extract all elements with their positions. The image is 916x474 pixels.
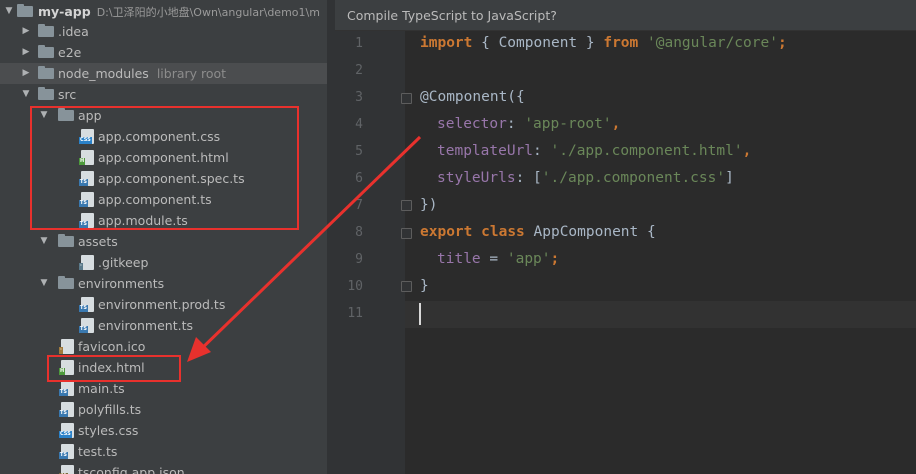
expand-arrow-icon[interactable]: ▼ [38, 231, 50, 252]
typescript-file-icon: TS [79, 297, 94, 312]
fold-marker-icon[interactable] [401, 228, 412, 239]
folder-icon [17, 4, 33, 17]
text-caret [419, 303, 421, 325]
tree-item-label: environment.prod.ts [98, 297, 226, 312]
typescript-file-icon: TS [59, 402, 74, 417]
root-folder-name: my-app [38, 4, 91, 19]
code-line-6: styleUrls: ['./app.component.css'] [437, 170, 734, 186]
line-number: 7 [355, 198, 363, 213]
text-file-icon: · [79, 255, 94, 270]
line-number: 6 [355, 171, 363, 186]
expand-arrow-icon[interactable]: ▼ [3, 1, 15, 22]
expand-arrow-icon[interactable]: ▼ [38, 273, 50, 294]
folder-icon [58, 276, 74, 289]
tree-item-label: node_modules [58, 66, 149, 81]
tree-item-src[interactable]: ▼ src [0, 84, 327, 105]
tree-item-label: environment.ts [98, 318, 193, 333]
line-number: 1 [355, 36, 363, 51]
line-number: 2 [355, 63, 363, 78]
current-line-highlight [405, 301, 916, 328]
folder-icon [38, 24, 54, 37]
tree-item-environment-ts[interactable]: TS environment.ts [0, 315, 327, 336]
root-folder-path: D:\卫泽阳的小地盘\Own\angular\demo1\m [96, 6, 320, 19]
code-line-10: } [420, 278, 429, 294]
code-line-9: title = 'app'; [437, 251, 560, 267]
code-line-7: }) [420, 197, 438, 213]
typescript-file-icon: TS [59, 444, 74, 459]
tree-item-label: .gitkeep [98, 255, 149, 270]
folder-icon [38, 66, 54, 79]
fold-marker-icon[interactable] [401, 200, 412, 211]
code-line-3: @Component({ [420, 89, 525, 105]
tree-item-label: .idea [58, 24, 89, 39]
typescript-file-icon: TS [59, 381, 74, 396]
tree-item-e2e[interactable]: ▶ e2e [0, 42, 327, 63]
line-number: 11 [347, 306, 363, 321]
json-file-icon: {} [59, 465, 74, 474]
code-line-4: selector: 'app-root', [437, 116, 621, 132]
annotation-box-app-folder [30, 106, 299, 230]
code-line-5: templateUrl: './app.component.html', [437, 143, 752, 159]
tree-item-label: tsconfig.app.json [78, 465, 185, 474]
tree-item-label: styles.css [78, 423, 139, 438]
tree-item-styles-css[interactable]: CSS styles.css [0, 420, 327, 441]
tree-item-node-modules[interactable]: ▶ node_modules library root [0, 63, 327, 84]
tree-item-gitkeep[interactable]: · .gitkeep [0, 252, 327, 273]
tree-item-idea[interactable]: ▶ .idea [0, 21, 327, 42]
image-file-icon: · [59, 339, 74, 354]
line-number: 4 [355, 117, 363, 132]
line-number: 10 [347, 279, 363, 294]
library-root-hint: library root [156, 66, 227, 81]
tree-item-polyfills-ts[interactable]: TS polyfills.ts [0, 399, 327, 420]
tree-item-tsconfig-app-json[interactable]: {} tsconfig.app.json [0, 462, 327, 474]
fold-marker-icon[interactable] [401, 93, 412, 104]
typescript-file-icon: TS [79, 318, 94, 333]
tree-item-label: e2e [58, 45, 82, 60]
tree-item-test-ts[interactable]: TS test.ts [0, 441, 327, 462]
line-number: 5 [355, 144, 363, 159]
annotation-box-index-html [47, 355, 181, 382]
compile-notification-text: Compile TypeScript to JavaScript? [347, 8, 557, 23]
folder-icon [38, 87, 54, 100]
tree-item-label: environments [78, 276, 165, 291]
compile-notification-bar[interactable]: Compile TypeScript to JavaScript? [335, 0, 916, 31]
tree-item-label: polyfills.ts [78, 402, 142, 417]
tree-item-label: assets [78, 234, 118, 249]
css-file-icon: CSS [59, 423, 74, 438]
collapse-arrow-icon[interactable]: ▶ [20, 42, 32, 63]
tree-item-assets[interactable]: ▼ assets [0, 231, 327, 252]
tree-item-label: test.ts [78, 444, 118, 459]
tree-root[interactable]: ▼ my-app D:\卫泽阳的小地盘\Own\angular\demo1\m [0, 1, 327, 22]
folder-icon [58, 234, 74, 247]
tree-item-environment-prod-ts[interactable]: TS environment.prod.ts [0, 294, 327, 315]
code-line-1: import { Component } from '@angular/core… [420, 35, 787, 51]
tree-item-label: favicon.ico [78, 339, 146, 354]
panel-scrollbar[interactable] [327, 0, 335, 474]
tree-item-favicon[interactable]: · favicon.ico [0, 336, 327, 357]
line-number: 8 [355, 225, 363, 240]
code-line-8: export class AppComponent { [420, 224, 656, 240]
line-number: 9 [355, 252, 363, 267]
project-panel: ▼ my-app D:\卫泽阳的小地盘\Own\angular\demo1\m ▶… [0, 0, 327, 474]
expand-arrow-icon[interactable]: ▼ [20, 84, 32, 105]
collapse-arrow-icon[interactable]: ▶ [20, 21, 32, 42]
line-number: 3 [355, 90, 363, 105]
folder-icon [38, 45, 54, 58]
collapse-arrow-icon[interactable]: ▶ [20, 63, 32, 84]
code-editor[interactable]: Compile TypeScript to JavaScript? 1 2 3 … [335, 0, 916, 474]
fold-marker-icon[interactable] [401, 281, 412, 292]
tree-item-environments[interactable]: ▼ environments [0, 273, 327, 294]
tree-item-label: src [58, 87, 77, 102]
